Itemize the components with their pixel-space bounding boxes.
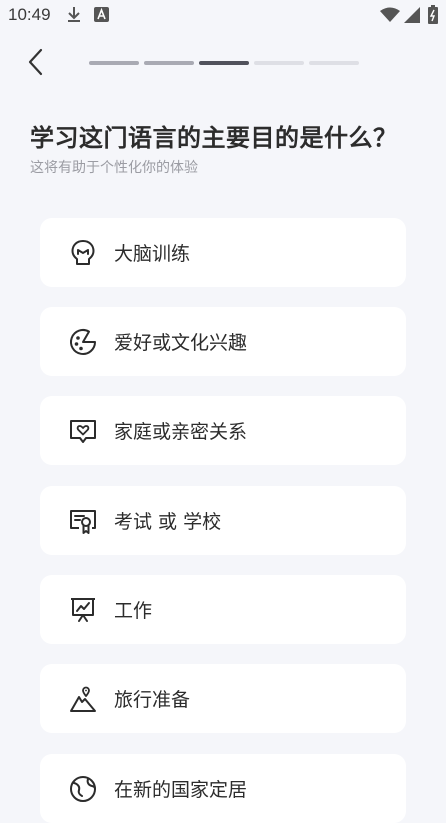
option-hobby-culture[interactable]: 爱好或文化兴趣 [40,307,406,376]
signal-icon [404,7,420,27]
battery-icon [428,5,438,28]
progress-indicator [89,61,359,65]
option-brain-training[interactable]: 大脑训练 [40,218,406,287]
progress-segment [144,61,194,65]
option-family-relationship[interactable]: 家庭或亲密关系 [40,396,406,465]
option-label: 爱好或文化兴趣 [114,332,248,354]
palette-icon [68,327,98,357]
option-travel[interactable]: 旅行准备 [40,664,406,733]
progress-segment [199,61,249,65]
question-title: 学习这门语言的主要目的是什么？ [30,124,398,152]
progress-segment [309,61,359,65]
mountain-pin-icon [68,684,98,714]
option-label: 在新的国家定居 [114,779,248,801]
globe-icon [68,774,98,804]
option-label: 工作 [114,600,153,622]
option-label: 旅行准备 [114,689,191,711]
brain-icon [68,238,98,268]
question-subtitle: 这将有助于个性化你的体验 [30,160,198,176]
wifi-icon [380,7,400,27]
option-relocate[interactable]: 在新的国家定居 [40,754,406,823]
chevron-left-icon [26,47,46,81]
option-label: 考试 或 学校 [114,511,222,533]
progress-segment [89,61,139,65]
status-bar: 10:49 [0,0,446,30]
option-exam-school[interactable]: 考试 或 学校 [40,486,406,555]
download-icon [66,6,82,28]
status-time: 10:49 [8,5,51,24]
presentation-chart-icon [68,595,98,625]
option-work[interactable]: 工作 [40,575,406,644]
back-button[interactable] [18,46,54,82]
option-label: 家庭或亲密关系 [114,421,248,443]
option-label: 大脑训练 [114,243,191,265]
font-icon [94,7,109,26]
progress-segment [254,61,304,65]
certificate-icon [68,506,98,536]
heart-message-icon [68,416,98,446]
